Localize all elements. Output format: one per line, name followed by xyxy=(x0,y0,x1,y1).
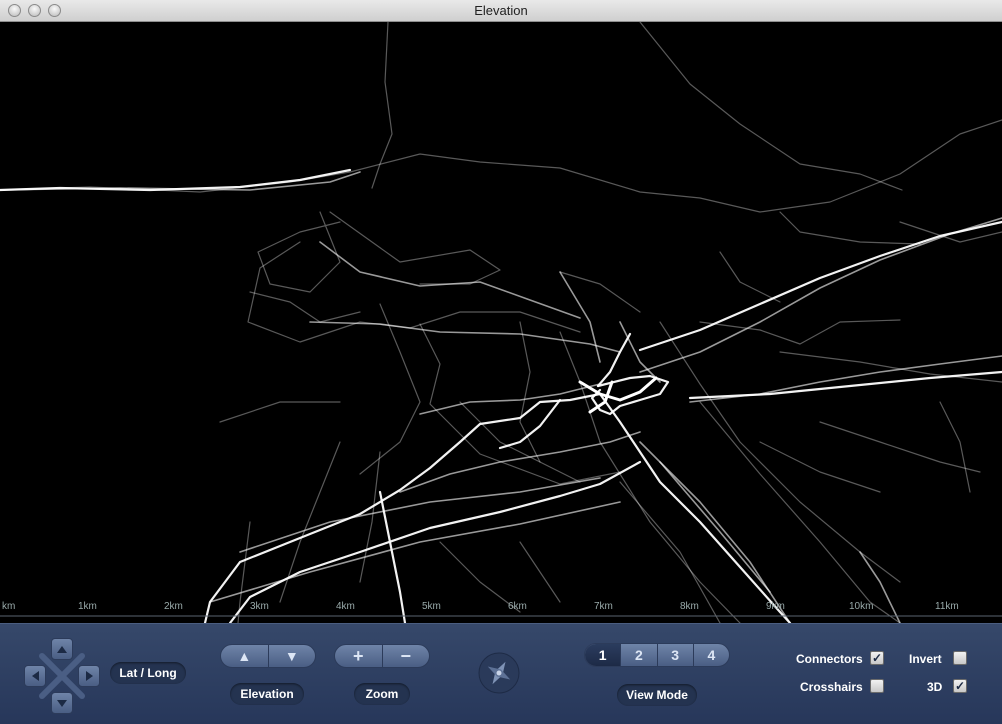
scale-label-6km: 6km xyxy=(508,601,527,612)
scale-label-9km: 9km xyxy=(766,601,785,612)
3d-label: 3D xyxy=(927,680,943,694)
arrow-right-icon xyxy=(85,671,93,681)
elevation-label: Elevation xyxy=(230,683,304,705)
latlong-toggle[interactable]: Lat / Long xyxy=(110,662,186,684)
connectors-checkbox[interactable]: ✓ xyxy=(870,651,884,665)
elevation-down-button[interactable]: ▼ xyxy=(269,645,316,667)
view-mode-1[interactable]: 1 xyxy=(585,644,622,666)
map-view[interactable]: km 1km 2km 3km 4km 5km 6km 7km 8km 9km 1… xyxy=(0,22,1002,623)
elevation-up-button[interactable]: ▲ xyxy=(221,645,269,667)
scale-label-2km: 2km xyxy=(164,601,183,612)
pan-down-button[interactable] xyxy=(51,692,73,714)
view-mode-2[interactable]: 2 xyxy=(621,644,658,666)
scale-label-4km: 4km xyxy=(336,601,355,612)
arrow-left-icon xyxy=(31,671,39,681)
window-title: Elevation xyxy=(474,3,528,18)
zoom-out-button[interactable]: − xyxy=(383,645,430,667)
zoom-label: Zoom xyxy=(354,683,410,705)
compass-icon[interactable] xyxy=(478,652,520,694)
pan-left-button[interactable] xyxy=(24,665,46,687)
scale-label-1km: 1km xyxy=(78,601,97,612)
gps-traces xyxy=(0,22,1002,623)
zoom-stepper: + − xyxy=(334,644,430,668)
scale-label-5km: 5km xyxy=(422,601,441,612)
pan-up-button[interactable] xyxy=(51,638,73,660)
scale-label-11km: 11km xyxy=(935,601,959,612)
pan-right-button[interactable] xyxy=(78,665,100,687)
title-bar: Elevation xyxy=(0,0,1002,22)
arrow-up-icon xyxy=(57,645,67,653)
view-mode-4[interactable]: 4 xyxy=(694,644,729,666)
view-mode-3[interactable]: 3 xyxy=(658,644,694,666)
control-panel: Lat / Long ▲ ▼ Elevation + − Zoom 1 2 3 … xyxy=(0,623,1002,724)
view-mode-selector: 1 2 3 4 xyxy=(584,643,730,667)
elevation-stepper: ▲ ▼ xyxy=(220,644,316,668)
crosshairs-label: Crosshairs xyxy=(800,680,863,694)
scale-label-8km: 8km xyxy=(680,601,699,612)
view-mode-label: View Mode xyxy=(617,684,697,706)
zoom-in-button[interactable]: + xyxy=(335,645,383,667)
invert-checkbox[interactable] xyxy=(953,651,967,665)
invert-label: Invert xyxy=(909,652,942,666)
3d-checkbox[interactable]: ✓ xyxy=(953,679,967,693)
app-window: Elevation km 1km 2km 3km 4km 5km 6km 7km… xyxy=(0,0,1002,724)
crosshairs-checkbox[interactable] xyxy=(870,679,884,693)
scale-label-0: km xyxy=(2,601,16,612)
connectors-label: Connectors xyxy=(796,652,863,666)
scale-label-3km: 3km xyxy=(250,601,269,612)
scale-label-7km: 7km xyxy=(594,601,613,612)
arrow-down-icon xyxy=(57,699,67,707)
pan-dpad xyxy=(24,638,100,714)
scale-label-10km: 10km xyxy=(849,601,874,612)
